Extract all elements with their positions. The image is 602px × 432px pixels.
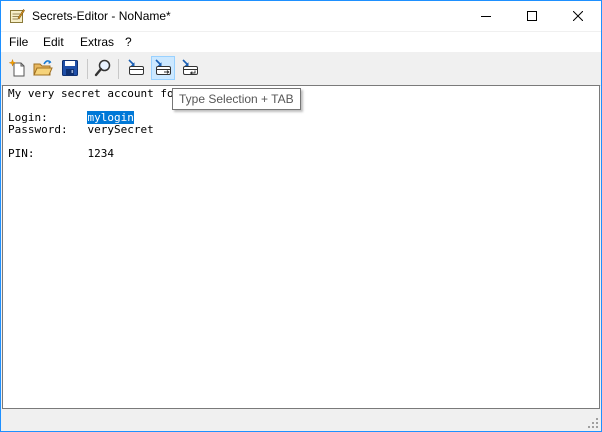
minimize-button[interactable]	[463, 1, 509, 31]
text-editor[interactable]: My very secret account for Login: mylogi…	[2, 85, 600, 409]
toolbar-separator	[87, 59, 88, 79]
open-folder-icon	[33, 60, 53, 76]
save-disk-icon	[62, 60, 78, 76]
toolbar	[1, 53, 601, 86]
editor-content[interactable]: My very secret account for Login: mylogi…	[8, 88, 180, 160]
app-notepad-icon	[9, 8, 25, 24]
minimize-icon	[481, 16, 491, 17]
close-icon	[573, 11, 583, 21]
maximize-button[interactable]	[509, 1, 555, 31]
type-selection-icon	[128, 59, 144, 75]
close-button[interactable]	[555, 1, 601, 31]
menu-extras[interactable]: Extras	[80, 35, 114, 49]
type-selection-enter-button[interactable]	[178, 56, 202, 80]
menu-edit[interactable]: Edit	[43, 35, 64, 49]
type-selection-button[interactable]	[124, 56, 148, 80]
new-file-button[interactable]	[5, 56, 29, 80]
type-selection-tab-button[interactable]	[151, 56, 175, 80]
maximize-icon	[527, 11, 537, 21]
status-bar	[1, 411, 601, 431]
window-title: Secrets-Editor - NoName*	[32, 9, 171, 23]
editor-line: My very secret account for	[8, 87, 181, 100]
open-file-button[interactable]	[31, 56, 55, 80]
toolbar-tooltip: Type Selection + TAB	[172, 88, 301, 110]
save-file-button[interactable]	[58, 56, 82, 80]
find-button[interactable]	[91, 56, 115, 80]
toolbar-separator	[118, 59, 119, 79]
type-selection-tab-icon	[155, 59, 171, 75]
pin-line: PIN: 1234	[8, 147, 114, 160]
type-selection-enter-icon	[182, 59, 198, 75]
password-line: Password: verySecret	[8, 123, 154, 136]
app-window: Secrets-Editor - NoName* File Edit Extra…	[0, 0, 602, 432]
title-bar[interactable]: Secrets-Editor - NoName*	[1, 1, 601, 31]
magnifier-icon	[94, 59, 111, 77]
menu-bar: File Edit Extras ?	[1, 32, 601, 52]
menu-help[interactable]: ?	[125, 35, 132, 49]
new-document-sparkle-icon	[8, 59, 25, 77]
menu-file[interactable]: File	[9, 35, 28, 49]
resize-grip-icon[interactable]	[587, 417, 599, 429]
